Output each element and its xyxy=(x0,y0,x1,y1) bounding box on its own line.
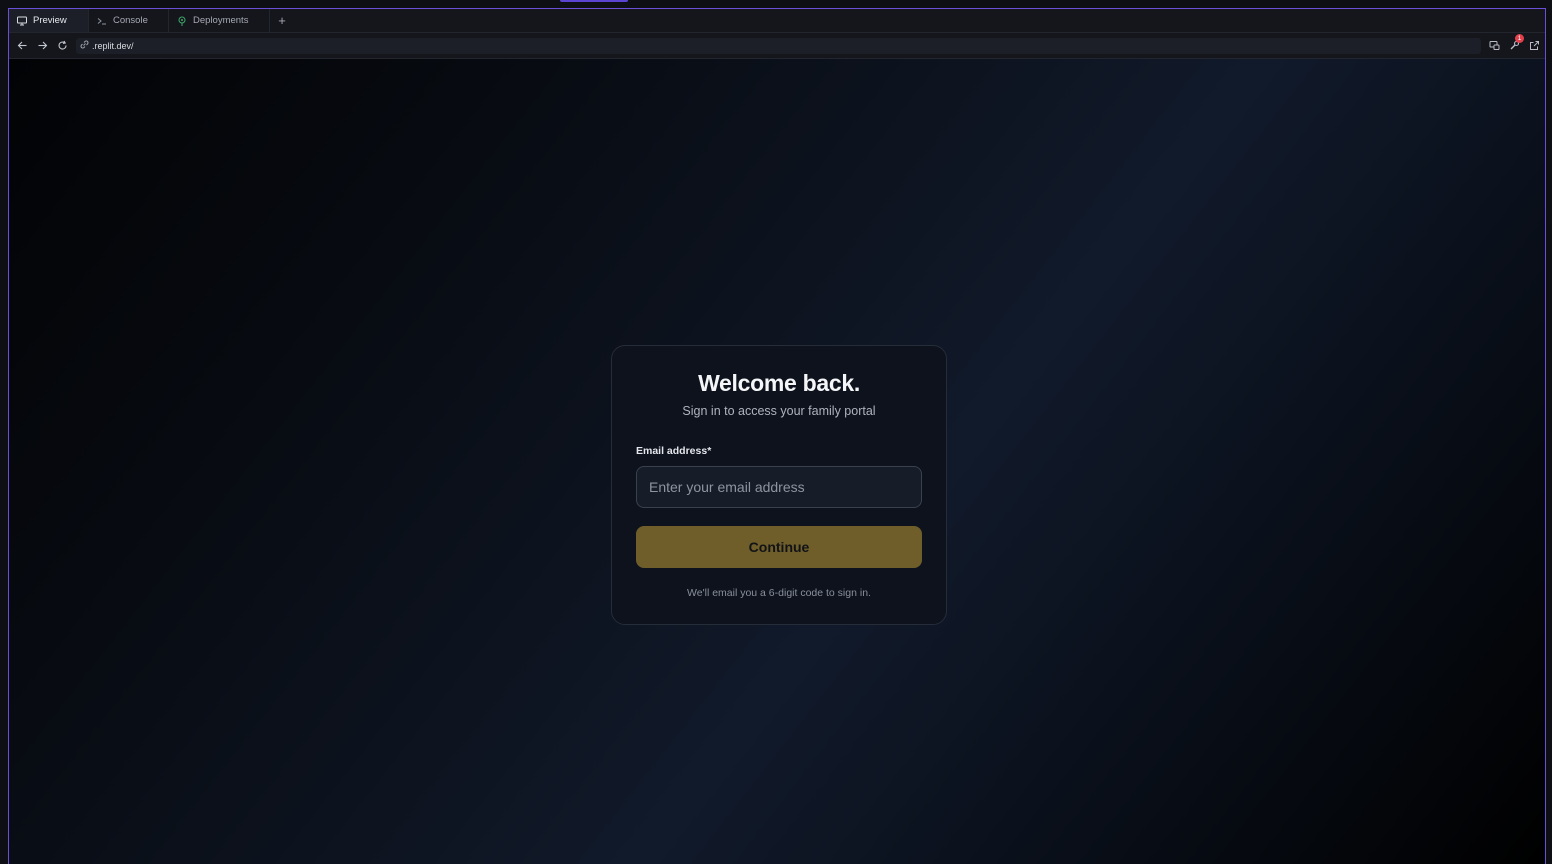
link-icon xyxy=(80,40,89,51)
arrow-left-icon xyxy=(17,41,26,50)
monitor-icon xyxy=(17,16,27,26)
tab-console[interactable]: Console xyxy=(89,9,169,32)
page-title: Welcome back. xyxy=(698,370,860,396)
replit-preview-pane: Preview Console Deployments + .replit.de… xyxy=(8,8,1546,864)
sign-in-hint: We'll email you a 6-digit code to sign i… xyxy=(687,587,871,599)
deploy-icon xyxy=(177,16,187,26)
tab-deployments[interactable]: Deployments xyxy=(169,9,270,32)
refresh-icon xyxy=(58,40,67,50)
continue-button[interactable]: Continue xyxy=(636,526,922,568)
forward-button[interactable] xyxy=(32,36,52,56)
address-bar: .replit.dev/ 1 xyxy=(9,33,1545,59)
tab-console-label: Console xyxy=(113,15,148,26)
page-subtitle: Sign in to access your family portal xyxy=(682,404,876,418)
tab-bar: Preview Console Deployments + xyxy=(9,9,1545,33)
window-top-accent xyxy=(560,0,628,2)
terminal-icon xyxy=(97,16,107,26)
tab-preview[interactable]: Preview xyxy=(9,9,89,32)
preview-viewport: Welcome back. Sign in to access your fam… xyxy=(9,59,1545,864)
external-link-icon xyxy=(1529,41,1539,50)
open-in-new-tab-button[interactable] xyxy=(1527,39,1541,53)
notification-badge: 1 xyxy=(1515,33,1524,43)
email-field[interactable] xyxy=(636,466,922,508)
url-field[interactable]: .replit.dev/ xyxy=(76,37,1481,54)
arrow-right-icon xyxy=(38,41,47,50)
login-card: Welcome back. Sign in to access your fam… xyxy=(611,345,947,625)
tab-deployments-label: Deployments xyxy=(193,15,249,26)
devtools-icon xyxy=(1489,41,1499,50)
back-button[interactable] xyxy=(12,36,32,56)
tab-preview-label: Preview xyxy=(33,15,67,26)
url-text: .replit.dev/ xyxy=(92,40,134,51)
refresh-button[interactable] xyxy=(52,36,72,56)
add-tab-button[interactable]: + xyxy=(270,9,294,32)
tools-button[interactable]: 1 xyxy=(1507,33,1524,53)
email-label: Email address* xyxy=(636,445,712,457)
plus-icon: + xyxy=(278,13,286,28)
devtools-button[interactable] xyxy=(1487,39,1501,53)
address-bar-tools: 1 xyxy=(1487,33,1541,53)
